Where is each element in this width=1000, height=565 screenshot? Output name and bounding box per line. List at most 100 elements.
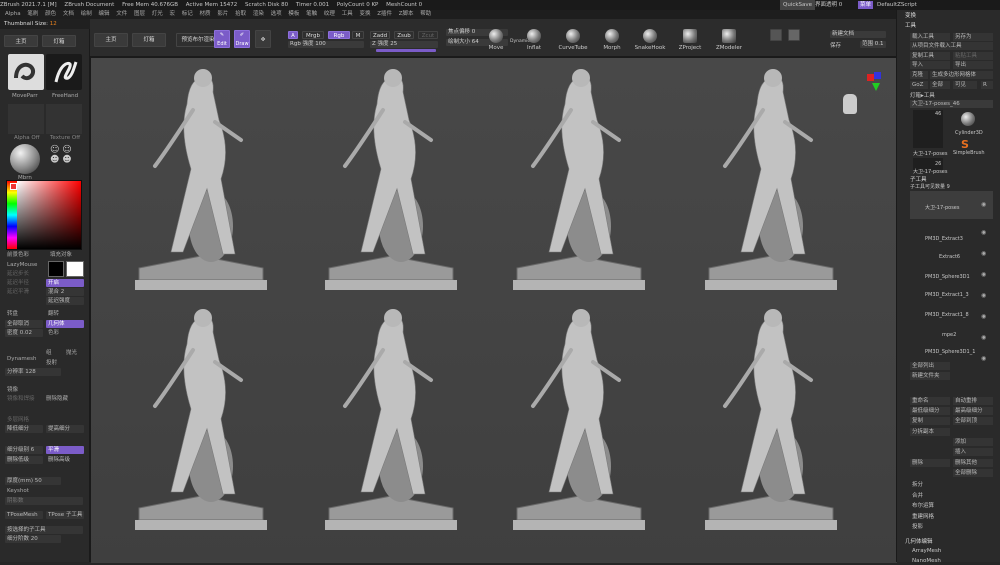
mirror-label[interactable]: 镜像	[7, 386, 18, 394]
cylinder-thumbnail[interactable]	[961, 112, 975, 126]
secondary-color-swatch[interactable]	[48, 261, 64, 277]
move-mode-button[interactable]: ✥	[255, 30, 271, 48]
brush-zmodeler[interactable]: ZModeler	[714, 29, 744, 51]
density-slider[interactable]: 密度 0.02	[5, 329, 43, 337]
alpha-thumbnail[interactable]	[8, 104, 44, 134]
rgb-button[interactable]: Rgb	[328, 31, 350, 39]
delete-button[interactable]: 删除	[910, 459, 950, 467]
menu-item[interactable]: 标记	[182, 11, 193, 17]
menu-item[interactable]: 灯光	[152, 11, 163, 17]
brush-snakehook[interactable]: SnakeHook	[634, 29, 666, 51]
menu-item[interactable]: 影片	[217, 11, 228, 17]
brush-inflat[interactable]: Inflat	[522, 29, 546, 51]
geometry-edit-header[interactable]: 几何体编辑	[905, 537, 933, 545]
lightbox-button-left[interactable]: 灯箱	[42, 35, 76, 47]
menu-item[interactable]: 图层	[134, 11, 145, 17]
statue-pose-6[interactable]	[325, 309, 457, 530]
menu-item[interactable]: 编辑	[98, 11, 109, 17]
tpose-subtool-button[interactable]: TPose 子工具	[46, 511, 84, 519]
load-tool-button[interactable]: 载入工具	[910, 33, 950, 41]
delete-all-button[interactable]: 全部删除	[953, 469, 993, 477]
zsub-button[interactable]: Zsub	[394, 31, 414, 39]
main-color-swatch[interactable]	[66, 261, 84, 277]
remesh-label[interactable]: 重建网格	[912, 512, 934, 520]
delete-lower-button[interactable]: 删除低级	[5, 456, 43, 464]
menu-item[interactable]: Z插件	[377, 11, 392, 17]
brush-curvetube[interactable]: CurveTube	[558, 29, 588, 51]
material-sphere[interactable]	[10, 144, 40, 174]
fill-object-label[interactable]: 填充对象	[50, 251, 72, 259]
menu-button[interactable]: 菜单	[858, 1, 874, 9]
shadow-slider[interactable]: 阴影数	[5, 497, 83, 505]
ui-transparency[interactable]: 界面透明 0	[815, 0, 842, 10]
texture-thumbnail[interactable]	[46, 104, 82, 134]
menu-item[interactable]: 绘制	[81, 11, 92, 17]
goz-button[interactable]: GoZ	[910, 81, 928, 89]
brush-move[interactable]: Move	[484, 29, 508, 51]
insert-button[interactable]: 插入	[953, 448, 993, 456]
menu-item[interactable]: 变换	[359, 11, 370, 17]
auto-reorder-button[interactable]: 自动重排	[953, 397, 993, 405]
menu-item[interactable]: 文件	[116, 11, 127, 17]
hue-strip[interactable]	[7, 181, 17, 249]
dynamesh-label[interactable]: Dynamesh	[7, 355, 36, 363]
tool-header[interactable]: 工具	[905, 21, 916, 29]
delete-other-button[interactable]: 删除其他	[953, 459, 993, 467]
delete-higher-button[interactable]: 删除高级	[46, 456, 84, 464]
statue-pose-3[interactable]	[513, 69, 645, 290]
menu-item[interactable]: Z脚本	[399, 11, 414, 17]
copy-tool-button[interactable]: 复制工具	[910, 52, 950, 60]
statue-pose-2[interactable]	[325, 69, 457, 290]
paste-tool-button[interactable]: 粘贴工具	[953, 52, 993, 60]
material-swatch-2[interactable]	[788, 29, 800, 41]
all-to-top-button[interactable]: 全部到顶	[953, 417, 993, 425]
boolean-label[interactable]: 布尔运算	[912, 501, 934, 509]
subtool-header[interactable]: 子工具	[910, 175, 927, 183]
new-document-button[interactable]: 新建文档	[830, 31, 886, 38]
menu-item[interactable]: 文档	[63, 11, 74, 17]
lower-subdiv-button[interactable]: 降低细分	[5, 425, 43, 433]
thumbnail-size[interactable]: Thumbnail Size: 12	[0, 19, 90, 29]
home-button-left[interactable]: 主页	[4, 35, 38, 47]
by-selected-subtool-button[interactable]: 按选择的子工具	[5, 526, 83, 534]
stroke-thumbnail-freehand[interactable]	[46, 54, 82, 90]
mirror-weld-label[interactable]: 镜像和焊接	[7, 395, 35, 403]
rename-button[interactable]: 重命名	[910, 397, 950, 405]
current-tool-slider[interactable]: 大卫-17-poses_46	[910, 100, 993, 108]
statue-pose-8[interactable]	[705, 309, 837, 530]
all-off-button[interactable]: 全部取消	[5, 320, 43, 328]
brush-zproject[interactable]: ZProject	[676, 29, 704, 51]
brush-morph[interactable]: Morph	[600, 29, 624, 51]
merge-label[interactable]: 合并	[912, 491, 923, 499]
goz-all-button[interactable]: 全部	[930, 81, 950, 89]
clone-button[interactable]: 克隆	[910, 71, 928, 79]
mrgb-button[interactable]: Mrgb	[302, 31, 324, 39]
thickness-slider[interactable]: 厚度(mm) 50	[5, 477, 61, 485]
project-label[interactable]: 投影	[912, 522, 923, 530]
new-folder-button[interactable]: 新建文件夹	[910, 372, 950, 380]
menu-item[interactable]: 工具	[342, 11, 353, 17]
group-label[interactable]: 组	[46, 349, 52, 357]
range-slider[interactable]: 范围 0.1	[860, 41, 886, 48]
material-swatch-1[interactable]	[770, 29, 782, 41]
brush-thumbnail-moveparr[interactable]	[8, 54, 44, 90]
draw-button[interactable]: ✐ Draw	[234, 30, 250, 48]
menu-item[interactable]: 纹理	[324, 11, 335, 17]
load-from-project-button[interactable]: 从项目文件载入工具	[910, 42, 993, 50]
m-button[interactable]: M	[352, 31, 364, 39]
polish-label[interactable]: 抛光	[66, 349, 77, 357]
duplicate-button[interactable]: 复制	[910, 417, 950, 425]
viewport-canvas[interactable]	[90, 57, 897, 563]
save-as-button[interactable]: 另存为	[953, 33, 993, 41]
menu-item[interactable]: 颜色	[45, 11, 56, 17]
quicksave-button[interactable]: QuickSave	[780, 0, 816, 10]
smooth-subdiv-button[interactable]: 平滑	[46, 446, 84, 454]
lightbox-button[interactable]: 灯箱	[132, 33, 166, 47]
export-button[interactable]: 导出	[953, 61, 993, 69]
menu-item[interactable]: 渲染	[253, 11, 264, 17]
all-high-button[interactable]: 最高级细分	[953, 407, 993, 415]
statue-pose-4[interactable]	[705, 69, 837, 290]
navigation-head-icon[interactable]	[843, 94, 857, 114]
menu-item[interactable]: 选项	[271, 11, 282, 17]
goz-r-button[interactable]: R	[981, 81, 993, 89]
